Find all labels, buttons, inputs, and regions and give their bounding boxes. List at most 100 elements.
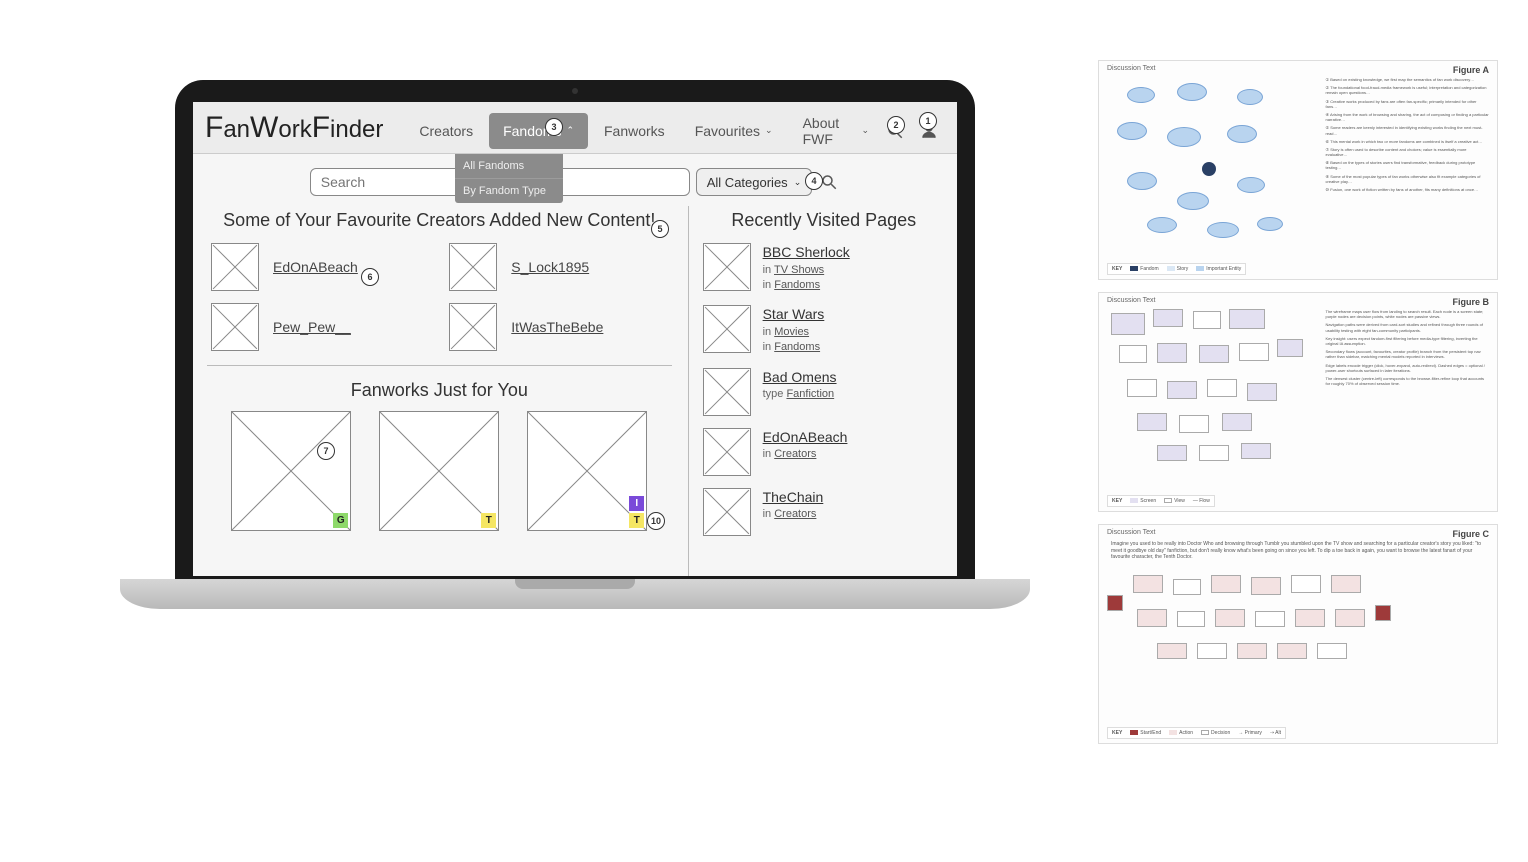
recent-item[interactable]: TheChain in Creators xyxy=(703,488,945,536)
topbar: FanWorkFinder Creators Fandoms ⌃ Fanwork… xyxy=(193,102,957,154)
creators-grid: EdOnABeach S_Lock1895 Pew_Pew__ xyxy=(207,243,672,366)
recent-item[interactable]: BBC Sherlock in TV Shows in Fandoms xyxy=(703,243,945,293)
creator-item[interactable]: Pew_Pew__ xyxy=(211,303,429,351)
recent-category-link[interactable]: Creators xyxy=(774,448,816,460)
recent-thumb-placeholder xyxy=(703,305,751,353)
callout-7: 7 xyxy=(317,442,335,460)
recent-thumb-placeholder xyxy=(703,368,751,416)
figure-a-label: Figure A xyxy=(1453,65,1489,75)
creator-item[interactable]: S_Lock1895 xyxy=(449,243,667,291)
app-root: 1 2 3 4 5 6 7 10 FanWorkFinder Creators … xyxy=(193,102,957,576)
recent-thumb-placeholder xyxy=(703,488,751,536)
recent-title-link[interactable]: Bad Omens xyxy=(763,369,837,385)
callout-3: 3 xyxy=(545,118,563,136)
creator-avatar-placeholder xyxy=(449,243,497,291)
recent-category-link[interactable]: Fanfiction xyxy=(786,388,834,400)
recent-title-link[interactable]: EdOnABeach xyxy=(763,429,848,445)
callout-6: 6 xyxy=(361,268,379,286)
search-row: All Categories ⌄ xyxy=(193,154,957,206)
recent-category-link[interactable]: Fandoms xyxy=(774,341,820,353)
main-nav: Creators Fandoms ⌃ Fanworks Favourites ⌄… xyxy=(405,108,883,153)
figure-c-key: KEY Start/End Action Decision → Primary … xyxy=(1107,727,1286,739)
fandoms-dropdown: All Fandoms By Fandom Type xyxy=(455,154,563,203)
recent-item[interactable]: EdOnABeach in Creators xyxy=(703,428,945,476)
chevron-down-icon: ⌄ xyxy=(765,125,773,136)
fanwork-badges: G xyxy=(333,513,348,528)
creator-link[interactable]: ItWasTheBebe xyxy=(511,319,603,335)
recent-meta: Star Wars in Movies in Fandoms xyxy=(763,305,825,355)
category-select-label: All Categories xyxy=(707,175,788,190)
recent-category-link[interactable]: Fandoms xyxy=(774,279,820,291)
category-select[interactable]: All Categories ⌄ xyxy=(696,168,812,196)
recent-category-link[interactable]: TV Shows xyxy=(774,264,824,276)
fav-creators-heading: Some of Your Favourite Creators Added Ne… xyxy=(207,210,672,231)
creator-item[interactable]: EdOnABeach xyxy=(211,243,429,291)
nav-favourites[interactable]: Favourites ⌄ xyxy=(681,113,787,149)
figure-c-caption: Imagine you used to be really into Docto… xyxy=(1107,541,1489,561)
recent-thumb-placeholder xyxy=(703,428,751,476)
fanwork-badges: I T xyxy=(629,496,644,528)
recent-heading: Recently Visited Pages xyxy=(703,210,945,231)
figure-a-key: KEY Fandom Story Important Entity xyxy=(1107,263,1246,275)
callout-4: 4 xyxy=(805,172,823,190)
chevron-down-icon: ⌄ xyxy=(794,177,802,188)
rating-badge-i: I xyxy=(629,496,644,511)
nav-creators[interactable]: Creators xyxy=(405,113,487,149)
recent-meta: EdOnABeach in Creators xyxy=(763,428,848,476)
creator-avatar-placeholder xyxy=(211,303,259,351)
fanwork-badges: T xyxy=(481,513,496,528)
creator-link[interactable]: S_Lock1895 xyxy=(511,259,589,275)
fanwork-card[interactable]: I T xyxy=(527,411,647,531)
callout-2: 2 xyxy=(887,116,905,134)
dropdown-all-fandoms[interactable]: All Fandoms xyxy=(455,154,563,178)
callout-1: 1 xyxy=(919,112,937,130)
recent-item[interactable]: Bad Omens type Fanfiction xyxy=(703,368,945,416)
figure-a-text: ① Based on existing knowledge, we first … xyxy=(1326,77,1489,271)
recent-category-link[interactable]: Movies xyxy=(774,326,809,338)
creator-item[interactable]: ItWasTheBebe xyxy=(449,303,667,351)
fanwork-card[interactable]: T xyxy=(379,411,499,531)
left-column: Some of Your Favourite Creators Added Ne… xyxy=(207,206,689,576)
recent-meta: BBC Sherlock in TV Shows in Fandoms xyxy=(763,243,850,293)
recent-meta: TheChain in Creators xyxy=(763,488,824,536)
recent-title-link[interactable]: BBC Sherlock xyxy=(763,244,850,260)
figure-panels: Discussion Text Figure A ① Based on exis… xyxy=(1098,60,1498,744)
fanwork-card[interactable]: G xyxy=(231,411,351,531)
nav-favourites-label: Favourites xyxy=(695,123,760,139)
laptop-mockup: 1 2 3 4 5 6 7 10 FanWorkFinder Creators … xyxy=(120,80,1030,720)
fanworks-row: G T I T xyxy=(207,411,672,531)
figure-discussion-label: Discussion Text xyxy=(1107,65,1156,72)
figure-b-key: KEY Screen View — Flow xyxy=(1107,495,1215,507)
nav-about[interactable]: About FWF ⌄ xyxy=(789,105,883,157)
figure-b-diagram xyxy=(1107,309,1320,503)
recent-title-link[interactable]: TheChain xyxy=(763,489,824,505)
rating-badge-t: T xyxy=(629,513,644,528)
figure-b-label: Figure B xyxy=(1452,297,1489,307)
main-content: Some of Your Favourite Creators Added Ne… xyxy=(193,206,957,576)
figure-a-diagram xyxy=(1107,77,1320,271)
nav-fandoms[interactable]: Fandoms ⌃ xyxy=(489,113,588,149)
app-logo[interactable]: FanWorkFinder xyxy=(203,111,397,151)
chevron-down-icon: ⌄ xyxy=(861,125,869,136)
figure-a: Discussion Text Figure A ① Based on exis… xyxy=(1098,60,1498,280)
creator-link[interactable]: Pew_Pew__ xyxy=(273,319,351,335)
laptop-bezel: 1 2 3 4 5 6 7 10 FanWorkFinder Creators … xyxy=(175,80,975,590)
recent-title-link[interactable]: Star Wars xyxy=(763,306,825,322)
nav-fanworks[interactable]: Fanworks xyxy=(590,113,679,149)
figure-discussion-label: Discussion Text xyxy=(1107,297,1156,304)
chevron-up-icon: ⌃ xyxy=(566,125,574,136)
laptop-hinge-notch xyxy=(515,579,635,589)
recent-item[interactable]: Star Wars in Movies in Fandoms xyxy=(703,305,945,355)
figure-b: Discussion Text Figure B xyxy=(1098,292,1498,512)
laptop-screen: 1 2 3 4 5 6 7 10 FanWorkFinder Creators … xyxy=(193,102,957,576)
callout-5: 5 xyxy=(651,220,669,238)
dropdown-by-fandom-type[interactable]: By Fandom Type xyxy=(455,178,563,203)
figure-discussion-label: Discussion Text xyxy=(1107,529,1156,536)
figure-c: Discussion Text Figure C Imagine you use… xyxy=(1098,524,1498,744)
creator-link[interactable]: EdOnABeach xyxy=(273,259,358,275)
recent-category-link[interactable]: Creators xyxy=(774,508,816,520)
laptop-base xyxy=(120,579,1030,609)
fanworks-heading: Fanworks Just for You xyxy=(207,380,672,401)
figure-c-diagram xyxy=(1107,565,1489,736)
figure-b-text: The wireframe maps user flow from landin… xyxy=(1326,309,1489,503)
